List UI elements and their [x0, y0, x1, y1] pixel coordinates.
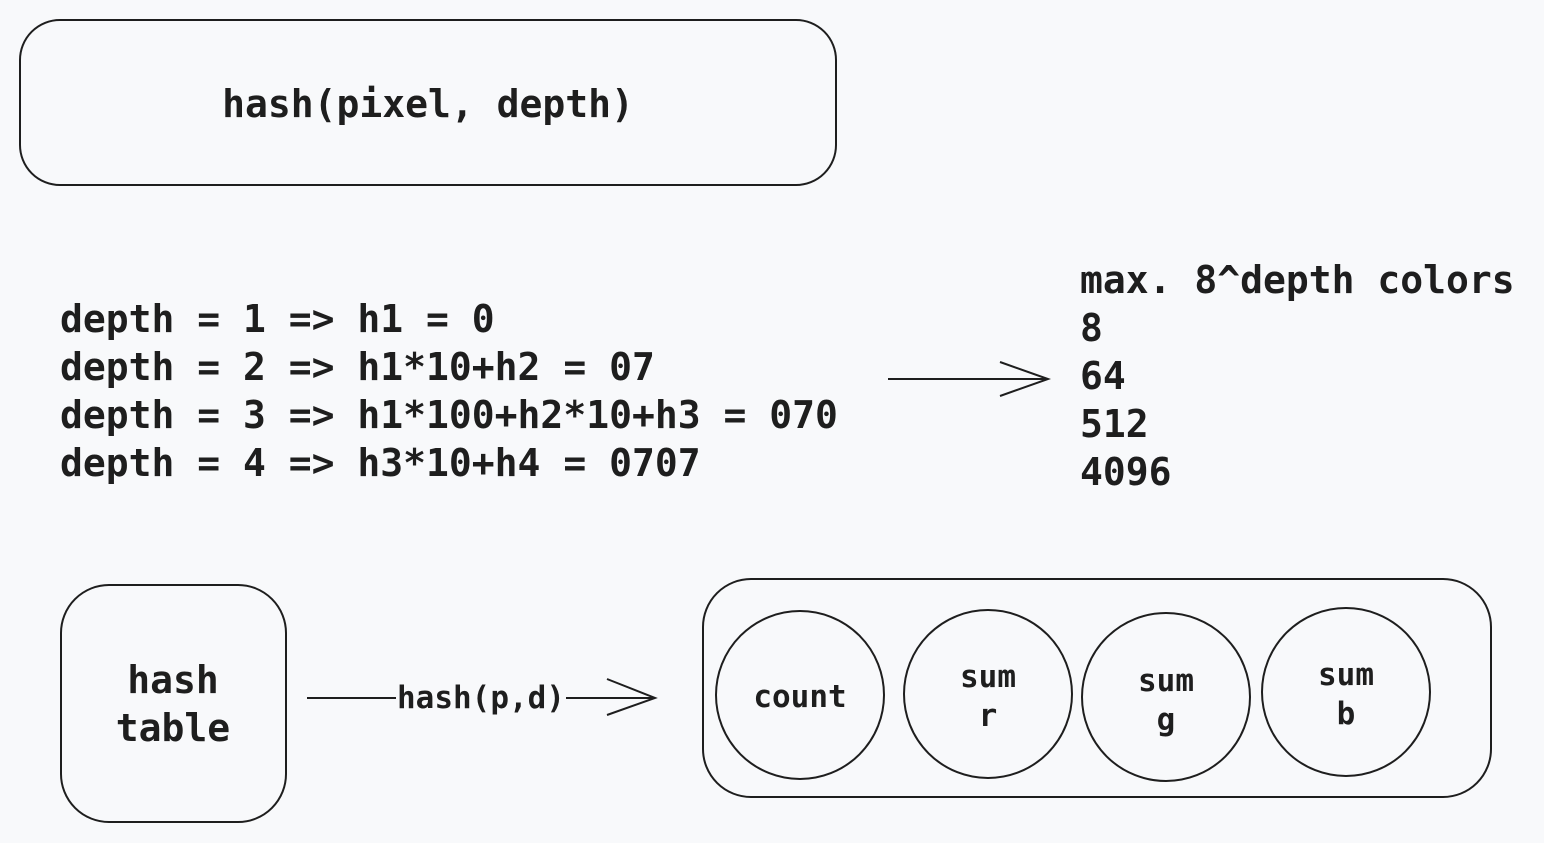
hash-table-line2: table [116, 706, 230, 750]
field-sum-r: sum r [903, 609, 1073, 779]
colors-list: max. 8^depth colors 8 64 512 4096 [1080, 258, 1515, 494]
depth-line-4: depth = 4 => h3*10+h4 = 0707 [60, 441, 701, 485]
colors-value-3: 512 [1080, 402, 1149, 446]
field-sum-r-line1: sum [960, 659, 1016, 695]
depth-line-1: depth = 1 => h1 = 0 [60, 297, 495, 341]
field-sum-b-line1: sum [1318, 657, 1374, 693]
field-count: count [715, 610, 885, 780]
diagram-canvas: hash(pixel, depth) depth = 1 => h1 = 0 d… [19, 19, 1515, 823]
entry-container: count sum r sum g sum b [702, 578, 1492, 798]
field-count-label: count [753, 679, 846, 715]
title-box: hash(pixel, depth) [19, 19, 837, 186]
colors-header: max. 8^depth colors [1080, 258, 1515, 302]
hash-table-box: hash table [60, 584, 287, 823]
depth-formulas: depth = 1 => h1 = 0 depth = 2 => h1*10+h… [60, 297, 838, 485]
field-sum-g-line1: sum [1138, 663, 1194, 699]
colors-value-1: 8 [1080, 306, 1103, 350]
formulas-to-colors-arrow [888, 361, 1051, 397]
depth-line-2: depth = 2 => h1*10+h2 = 07 [60, 345, 655, 389]
hash-arrow-label: hash(p,d) [397, 680, 565, 716]
field-sum-g-line2: g [1157, 702, 1176, 738]
colors-value-4: 4096 [1080, 450, 1172, 494]
field-sum-g: sum g [1081, 612, 1251, 782]
colors-value-2: 64 [1080, 354, 1126, 398]
field-sum-b: sum b [1261, 607, 1431, 777]
title-box-label: hash(pixel, depth) [222, 82, 634, 126]
hash-arrow: hash(p,d) [307, 678, 658, 716]
hash-table-line1: hash [127, 658, 219, 702]
depth-line-3: depth = 3 => h1*100+h2*10+h3 = 070 [60, 393, 838, 437]
field-sum-r-line2: r [979, 698, 998, 734]
field-sum-b-line2: b [1337, 696, 1356, 732]
